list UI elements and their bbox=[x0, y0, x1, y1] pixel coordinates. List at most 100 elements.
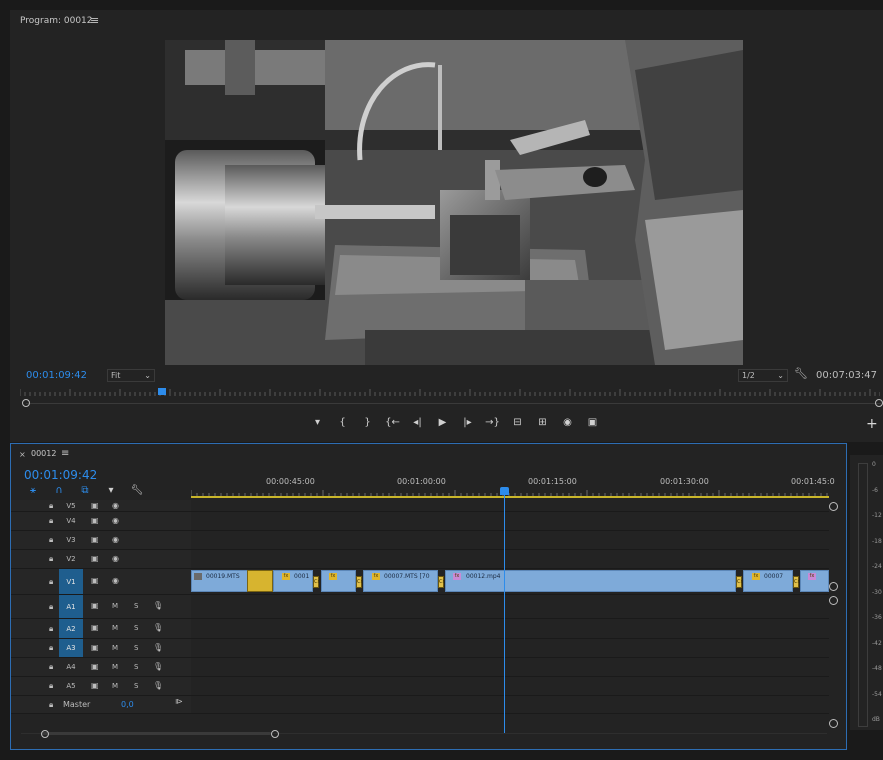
lift-icon[interactable]: ⊟ bbox=[505, 415, 530, 431]
resolution-select[interactable]: 1/2 ⌄ bbox=[738, 369, 788, 382]
lock-icon[interactable]: 🔒︎ bbox=[49, 554, 53, 564]
master-volume-value[interactable]: 0,0 bbox=[121, 700, 134, 709]
transition-marker[interactable]: Cr bbox=[736, 576, 743, 588]
mute-button[interactable]: M bbox=[112, 644, 118, 652]
toggle-sync-icon[interactable]: ▣ bbox=[91, 516, 99, 525]
lock-icon[interactable]: 🔒︎ bbox=[49, 516, 53, 526]
track-content[interactable] bbox=[191, 619, 829, 638]
marker-icon[interactable]: ▾ bbox=[305, 415, 330, 431]
lock-icon[interactable]: 🔒︎ bbox=[49, 577, 53, 587]
video-clip[interactable]: fx bbox=[321, 570, 356, 592]
sequence-timecode[interactable]: 00:01:09:42 bbox=[24, 468, 97, 482]
playhead-marker[interactable] bbox=[158, 388, 166, 395]
panel-menu-icon[interactable]: ≡ bbox=[61, 448, 69, 459]
linked-selection-icon[interactable]: ⧉ bbox=[77, 485, 93, 496]
track-content[interactable] bbox=[191, 677, 829, 695]
lock-icon[interactable]: 🔒︎ bbox=[49, 643, 53, 653]
mute-button[interactable]: M bbox=[112, 624, 118, 632]
track-content[interactable]: 00019.MTS fx 0001 Cr fx Cr fx 00007.MTS … bbox=[191, 569, 829, 594]
toggle-sync-icon[interactable]: ▣ bbox=[91, 623, 99, 632]
track-name[interactable]: V3 bbox=[59, 531, 83, 549]
video-clip[interactable]: fx 00007 bbox=[743, 570, 793, 592]
toggle-sync-icon[interactable]: ▣ bbox=[91, 576, 99, 585]
mute-button[interactable]: M bbox=[112, 663, 118, 671]
zoom-select[interactable]: Fit ⌄ bbox=[107, 369, 155, 382]
mark-in-icon[interactable]: { bbox=[330, 415, 355, 431]
lock-icon[interactable]: 🔒︎ bbox=[49, 681, 53, 691]
track-name[interactable]: A4 bbox=[59, 658, 83, 676]
panel-menu-icon[interactable]: ≡ bbox=[90, 14, 99, 27]
toggle-sync-icon[interactable]: ▣ bbox=[91, 601, 99, 610]
toggle-sync-icon[interactable]: ▣ bbox=[91, 554, 99, 563]
lock-icon[interactable]: 🔒︎ bbox=[49, 624, 53, 634]
track-content[interactable] bbox=[191, 500, 829, 511]
lock-icon[interactable]: 🔒︎ bbox=[49, 501, 53, 511]
toggle-sync-icon[interactable]: ▣ bbox=[91, 681, 99, 690]
track-name[interactable]: A1 bbox=[59, 595, 83, 618]
sequence-tab[interactable]: 00012 bbox=[31, 449, 56, 458]
toggle-sync-icon[interactable]: ▣ bbox=[91, 662, 99, 671]
track-name[interactable]: V5 bbox=[59, 500, 83, 511]
microphone-icon[interactable]: 🎙︎ bbox=[153, 643, 163, 652]
track-content[interactable] bbox=[191, 696, 829, 713]
transition-marker[interactable]: Cr bbox=[313, 576, 320, 588]
microphone-icon[interactable]: 🎙︎ bbox=[153, 662, 163, 671]
track-name[interactable]: V4 bbox=[59, 512, 83, 530]
video-clip[interactable]: fx 00012.mp4 bbox=[445, 570, 736, 592]
wrench-icon[interactable]: 🔧︎ bbox=[794, 367, 808, 380]
export-frame-icon[interactable]: ◉ bbox=[555, 415, 580, 431]
track-content[interactable] bbox=[191, 550, 829, 568]
scroll-handle[interactable] bbox=[829, 719, 838, 728]
timeline-playhead[interactable] bbox=[500, 487, 509, 495]
nest-sequence-icon[interactable]: ⚹ bbox=[25, 485, 41, 496]
mute-button[interactable]: M bbox=[112, 602, 118, 610]
current-timecode[interactable]: 00:01:09:42 bbox=[26, 370, 87, 381]
microphone-icon[interactable]: 🎙︎ bbox=[153, 623, 163, 632]
add-marker-icon[interactable]: ▾ bbox=[103, 485, 119, 496]
comparison-view-icon[interactable]: ▣ bbox=[580, 415, 605, 431]
zoom-handle-left[interactable] bbox=[22, 399, 30, 407]
track-name[interactable]: V2 bbox=[59, 550, 83, 568]
transition-marker[interactable]: Cr bbox=[793, 576, 800, 588]
scroll-handle[interactable] bbox=[829, 596, 838, 605]
zoom-handle-left[interactable] bbox=[41, 730, 49, 738]
track-content[interactable] bbox=[191, 512, 829, 530]
solo-button[interactable]: S bbox=[134, 682, 138, 690]
track-name[interactable]: A3 bbox=[59, 639, 83, 657]
track-content[interactable] bbox=[191, 639, 829, 657]
solo-button[interactable]: S bbox=[134, 624, 138, 632]
mute-button[interactable]: M bbox=[112, 682, 118, 690]
track-content[interactable] bbox=[191, 531, 829, 549]
toggle-sync-icon[interactable]: ▣ bbox=[91, 643, 99, 652]
work-area-bar[interactable] bbox=[191, 496, 829, 498]
snap-icon[interactable]: ∩ bbox=[51, 485, 67, 496]
eye-icon[interactable]: ◉ bbox=[112, 576, 119, 585]
toggle-sync-icon[interactable]: ▣ bbox=[91, 501, 99, 510]
zoom-handle-right[interactable] bbox=[271, 730, 279, 738]
microphone-icon[interactable]: 🎙︎ bbox=[153, 681, 163, 690]
play-icon[interactable]: ▶ bbox=[430, 415, 455, 431]
eye-icon[interactable]: ◉ bbox=[112, 554, 119, 563]
scroll-handle[interactable] bbox=[829, 582, 838, 591]
lock-icon[interactable]: 🔒︎ bbox=[49, 662, 53, 672]
go-to-out-icon[interactable]: →} bbox=[480, 415, 505, 431]
go-to-in-icon[interactable]: {← bbox=[380, 415, 405, 431]
solo-button[interactable]: S bbox=[134, 663, 138, 671]
solo-button[interactable]: S bbox=[134, 644, 138, 652]
track-content[interactable] bbox=[191, 658, 829, 676]
video-clip[interactable]: fx 00007.MTS [70 bbox=[363, 570, 438, 592]
cross-dissolve-transition[interactable] bbox=[247, 570, 273, 592]
lock-icon[interactable]: 🔒︎ bbox=[49, 700, 53, 710]
eye-icon[interactable]: ◉ bbox=[112, 501, 119, 510]
transition-marker[interactable]: Cr bbox=[356, 576, 363, 588]
eye-icon[interactable]: ◉ bbox=[112, 535, 119, 544]
lock-icon[interactable]: 🔒︎ bbox=[49, 602, 53, 612]
timeline-settings-icon[interactable]: 🔧︎ bbox=[129, 485, 145, 496]
video-clip[interactable]: fx bbox=[800, 570, 829, 592]
extract-icon[interactable]: ⊞ bbox=[530, 415, 555, 431]
step-forward-icon[interactable]: |▸ bbox=[455, 415, 480, 431]
close-icon[interactable]: × bbox=[19, 450, 26, 459]
video-clip[interactable]: fx 0001 bbox=[273, 570, 313, 592]
lock-icon[interactable]: 🔒︎ bbox=[49, 535, 53, 545]
horizontal-scrollbar[interactable] bbox=[41, 732, 271, 735]
